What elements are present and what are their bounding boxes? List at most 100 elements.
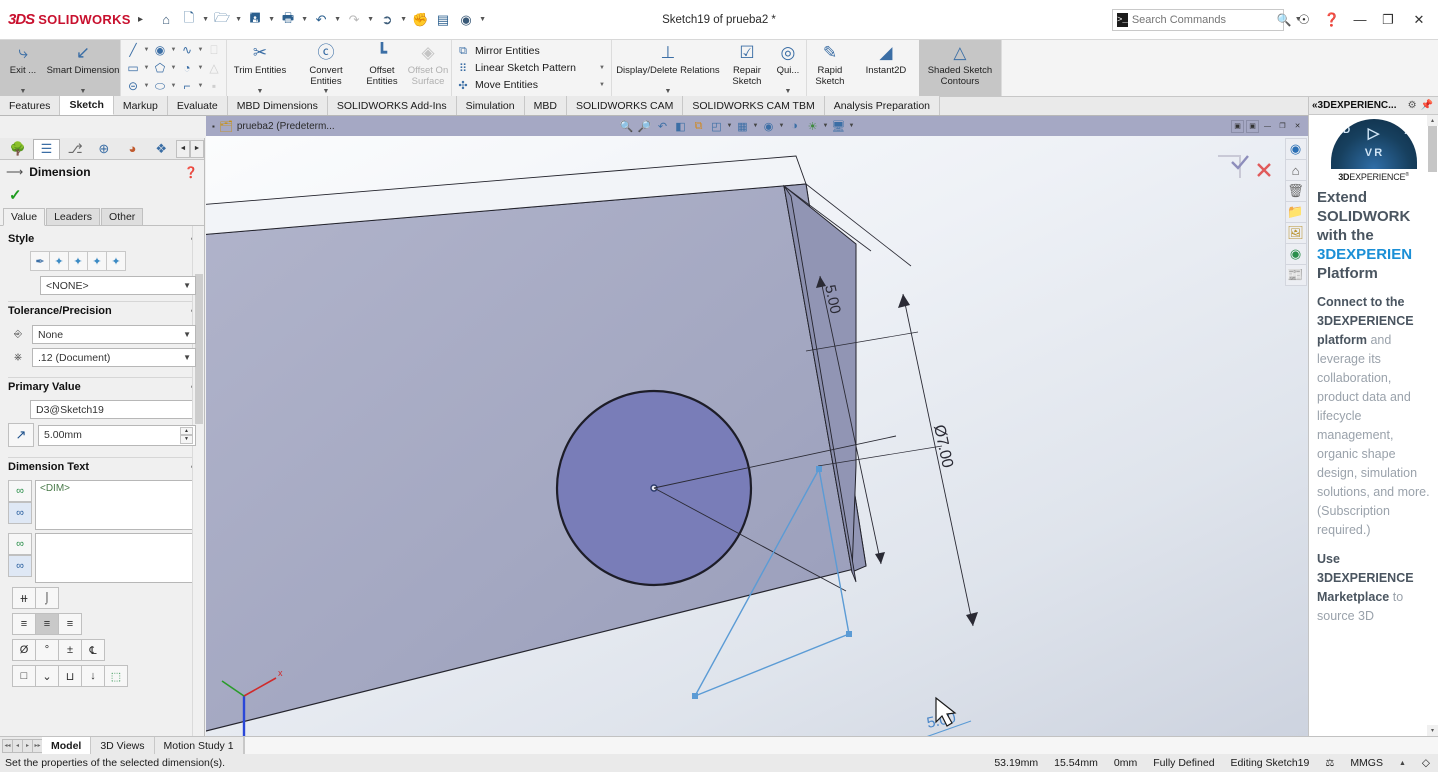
tab-mbd[interactable]: MBD <box>524 96 567 115</box>
3dx-scroll-thumb[interactable] <box>1428 126 1437 172</box>
apply-default-style-button[interactable]: ✒ <box>30 251 50 271</box>
spline-caret-icon[interactable]: ▼ <box>197 47 204 53</box>
add-style-button[interactable]: ✦ <box>49 251 69 271</box>
display-style-caret-icon[interactable]: ▼ <box>726 123 733 129</box>
sketch-point-top[interactable] <box>816 466 822 472</box>
appearances-icon[interactable]: 🗑 <box>1284 180 1307 202</box>
save-style-button[interactable]: ✦ <box>87 251 107 271</box>
view-orientation-icon[interactable]: ⧉ <box>690 117 707 135</box>
close-doc-icon[interactable]: ✕ <box>1291 120 1304 133</box>
exit-sketch-dropdown-icon[interactable]: ▼ <box>20 88 27 95</box>
more-symbols-icon[interactable]: ⌄ <box>35 665 59 687</box>
manager-tab-prev-icon[interactable]: ◄ <box>176 139 190 158</box>
dual-dimension-icon[interactable]: ⧺ <box>12 587 36 609</box>
style-select[interactable]: <NONE> ▼ <box>40 276 196 295</box>
maximize-window-button[interactable]: ❐ <box>1374 1 1402 39</box>
sketch-point-mid[interactable] <box>846 631 852 637</box>
add-above-icon[interactable]: ∞ <box>8 533 32 555</box>
offset-entities-button[interactable]: ┗ Offset Entities <box>359 40 405 96</box>
undo-caret-icon[interactable]: ▼ <box>333 16 342 23</box>
tolerance-type-select[interactable]: None ▼ <box>32 325 196 344</box>
plus-minus-symbol-icon[interactable]: ± <box>58 639 82 661</box>
circle-caret-icon[interactable]: ▼ <box>170 47 177 53</box>
exit-sketch-button[interactable]: ⤷ Exit ... ▼ <box>0 40 46 96</box>
select-caret-icon[interactable]: ▼ <box>399 16 408 23</box>
edit-appearance-caret-icon[interactable]: ▼ <box>778 123 785 129</box>
add-symbol-icon[interactable]: ⬚ <box>104 665 128 687</box>
dimension-value-input[interactable]: 5.00mm ▲ ▼ <box>38 424 196 446</box>
tab-leaders[interactable]: Leaders <box>46 208 101 225</box>
quick-snaps-button[interactable]: ◎ Qui... ▼ <box>770 40 806 96</box>
spline-icon[interactable]: ∿ <box>178 42 196 59</box>
print-caret-icon[interactable]: ▼ <box>300 16 309 23</box>
search-commands-box[interactable]: >_ 🔍 ▼ <box>1112 8 1302 31</box>
accept-checkmark-icon[interactable]: ✓ <box>9 186 22 204</box>
view-orientation-cube-icon[interactable]: ◉ <box>1284 138 1307 160</box>
gear-icon[interactable]: ⚙ <box>1406 100 1419 111</box>
display-delete-relations-button[interactable]: ⊥ Display/Delete Relations ▼ <box>612 40 724 96</box>
depth-symbol-icon[interactable]: ↓ <box>81 665 105 687</box>
save-caret-icon[interactable]: ▼ <box>267 16 276 23</box>
dimension-text-input-secondary[interactable] <box>35 533 196 583</box>
folder-icon[interactable]: 📁 <box>1284 201 1307 223</box>
tab-simulation[interactable]: Simulation <box>456 96 525 115</box>
viewport-canvas[interactable]: 5.00 Ø7.00 5.00 x <box>206 136 1308 736</box>
minimize-doc-icon[interactable]: — <box>1261 120 1274 133</box>
load-style-button[interactable]: ✦ <box>106 251 126 271</box>
apply-scene-icon[interactable]: ◑ <box>786 117 803 135</box>
tab-features[interactable]: Features <box>0 96 61 115</box>
menu-expand-arrow-icon[interactable]: ▸ <box>130 14 151 25</box>
tab-solidworks-addins[interactable]: SOLIDWORKS Add-Ins <box>327 96 457 115</box>
status-units[interactable]: MMGS <box>1350 757 1383 769</box>
feature-manager-tab[interactable]: 🌳 <box>4 139 32 159</box>
convert-entities-dropdown-icon[interactable]: ▼ <box>323 88 330 95</box>
dimxpert-manager-tab[interactable]: ⊕ <box>90 139 118 159</box>
part-top-face[interactable] <box>206 183 867 736</box>
flyout-feature-tree[interactable]: ▪ 🗂 prueba2 (Predeterm... <box>206 120 335 133</box>
viewport-layout-icon[interactable]: 🖥 <box>830 117 847 135</box>
help-icon[interactable]: ❓ <box>184 166 198 179</box>
primary-value-section-header[interactable]: Primary Value ^ <box>8 377 196 397</box>
quick-snaps-dropdown-icon[interactable]: ▼ <box>784 88 791 95</box>
confirmation-corner[interactable] <box>1218 155 1271 178</box>
zoom-to-fit-icon[interactable]: 🔍 <box>618 117 635 135</box>
polygon-icon[interactable]: ⬠ <box>151 60 169 77</box>
ellipse-icon[interactable]: ⬭ <box>151 78 169 95</box>
arc-icon[interactable]: ◔ <box>178 60 196 77</box>
restore-doc-icon[interactable]: ❐ <box>1276 120 1289 133</box>
tab-value[interactable]: Value <box>3 208 46 226</box>
stepper-up-icon[interactable]: ▲ <box>180 426 193 435</box>
view-settings-icon[interactable]: ☀ <box>804 117 821 135</box>
zoom-to-area-icon[interactable]: 🔎 <box>636 117 653 135</box>
open-document-caret-icon[interactable]: ▼ <box>234 16 243 23</box>
repair-sketch-button[interactable]: ☑ Repair Sketch <box>724 40 770 96</box>
property-manager-tab[interactable]: ☰ <box>32 138 61 159</box>
delete-style-button[interactable]: ✦ <box>68 251 88 271</box>
stepper-down-icon[interactable]: ▼ <box>180 435 193 444</box>
restore-window-icon[interactable]: ▣ <box>1231 119 1244 133</box>
scrollbar-thumb[interactable] <box>195 274 203 424</box>
rapid-sketch-button[interactable]: ✎ Rapid Sketch <box>807 40 853 96</box>
sketch-line-bottom[interactable] <box>694 633 850 697</box>
tolerance-section-header[interactable]: Tolerance/Precision ^ <box>8 301 196 321</box>
addins-manager-tab[interactable]: ❖ <box>147 139 175 159</box>
trim-entities-button[interactable]: ✂ Trim Entities ▼ <box>227 40 293 96</box>
move-entities-caret-icon[interactable]: ▼ <box>581 82 605 88</box>
smart-dimension-dropdown-icon[interactable]: ▼ <box>80 88 87 95</box>
square-symbol-icon[interactable]: □ <box>12 665 36 687</box>
tab-solidworks-cam[interactable]: SOLIDWORKS CAM <box>566 96 684 115</box>
display-manager-icon[interactable]: ◉ <box>1284 243 1307 265</box>
sketch-scene[interactable]: 5.00 Ø7.00 5.00 x <box>206 136 1308 736</box>
tab-markup[interactable]: Markup <box>113 96 168 115</box>
tree-expand-icon[interactable]: ▪ <box>212 122 215 131</box>
close-window-button[interactable]: ✕ <box>1402 1 1436 39</box>
new-document-caret-icon[interactable]: ▼ <box>201 16 210 23</box>
dimension-name-field[interactable]: D3@Sketch19 <box>30 400 196 419</box>
viewport-layout-caret-icon[interactable]: ▼ <box>848 123 855 129</box>
scroll-up-icon[interactable]: ▴ <box>1427 115 1438 126</box>
save-icon[interactable]: 🖪 <box>244 8 266 32</box>
tab-evaluate[interactable]: Evaluate <box>167 96 228 115</box>
options-caret-icon[interactable]: ▼ <box>478 16 487 23</box>
search-input[interactable] <box>1131 13 1274 26</box>
tab-mbd-dimensions[interactable]: MBD Dimensions <box>227 96 328 115</box>
